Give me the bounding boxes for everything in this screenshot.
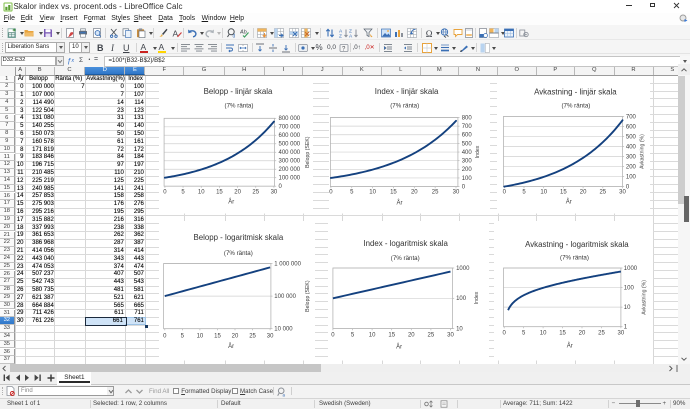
svg-text:700: 700	[626, 114, 637, 120]
svg-text:200 000: 200 000	[278, 167, 300, 173]
svg-text:20: 20	[408, 332, 415, 338]
svg-text:10: 10	[196, 334, 203, 340]
svg-text:Index: Index	[475, 145, 481, 158]
svg-text:600: 600	[461, 133, 472, 139]
svg-text:100 000: 100 000	[274, 294, 296, 300]
svg-text:År: År	[566, 199, 572, 206]
svg-text:20: 20	[410, 189, 417, 195]
svg-text:30: 30	[448, 332, 455, 338]
svg-text:25: 25	[599, 189, 606, 195]
svg-text:10 000: 10 000	[274, 327, 293, 333]
svg-text:Belopp - logaritmisk skala: Belopp - logaritmisk skala	[193, 233, 283, 242]
svg-text:Index: Index	[474, 291, 480, 304]
svg-text:Avkastning (%): Avkastning (%)	[639, 134, 645, 169]
svg-text:År: År	[567, 343, 573, 350]
svg-text:Belopp (SEK): Belopp (SEK)	[304, 280, 310, 312]
svg-text:30: 30	[270, 189, 277, 195]
svg-text:15: 15	[216, 189, 223, 195]
svg-text:25: 25	[428, 332, 435, 338]
svg-text:År: År	[228, 199, 234, 206]
svg-text:25: 25	[431, 189, 438, 195]
svg-text:Avkastning - linjär skala: Avkastning - linjär skala	[534, 87, 617, 96]
svg-text:500: 500	[461, 141, 472, 147]
svg-text:100: 100	[624, 286, 635, 292]
svg-text:100: 100	[626, 174, 637, 180]
svg-text:Index - linjär skala: Index - linjär skala	[374, 87, 438, 96]
svg-text:Belopp - linjär skala: Belopp - linjär skala	[203, 87, 272, 96]
svg-text:300: 300	[626, 154, 637, 160]
svg-text:Index - logaritmisk skala: Index - logaritmisk skala	[364, 239, 449, 248]
svg-text:20: 20	[580, 189, 587, 195]
svg-text:15: 15	[390, 189, 397, 195]
svg-text:10: 10	[624, 305, 631, 311]
svg-text:800: 800	[461, 115, 472, 121]
svg-text:20: 20	[231, 334, 238, 340]
svg-text:400 000: 400 000	[278, 150, 300, 156]
svg-text:Ω: Ω	[425, 29, 432, 38]
svg-text:20: 20	[234, 189, 241, 195]
svg-text:500: 500	[626, 134, 637, 140]
svg-text:15: 15	[214, 334, 221, 340]
svg-text:25: 25	[252, 189, 259, 195]
svg-text:30: 30	[452, 189, 459, 195]
svg-text:300 000: 300 000	[278, 159, 300, 165]
svg-text:200: 200	[626, 164, 637, 170]
svg-text:15: 15	[560, 189, 567, 195]
svg-text:(7% ränta): (7% ränta)	[391, 255, 420, 262]
svg-text:300: 300	[461, 159, 472, 165]
svg-text:30: 30	[266, 334, 273, 340]
svg-text:10: 10	[369, 332, 376, 338]
svg-text:600: 600	[626, 124, 637, 130]
svg-text:(7% ränta): (7% ränta)	[224, 102, 253, 109]
svg-text:1 000 000: 1 000 000	[274, 261, 301, 267]
svg-text:(7% ränta): (7% ränta)	[390, 102, 419, 109]
svg-text:500 000: 500 000	[278, 142, 300, 148]
svg-text:700: 700	[461, 124, 472, 130]
svg-text:10: 10	[540, 330, 547, 336]
svg-text:30: 30	[617, 330, 624, 336]
svg-text:1000: 1000	[624, 266, 638, 272]
svg-text:(7% ränta): (7% ränta)	[560, 255, 589, 262]
svg-text:100 000: 100 000	[278, 176, 300, 182]
svg-text:700 000: 700 000	[278, 125, 300, 131]
svg-text:10: 10	[369, 189, 376, 195]
svg-text:År: År	[396, 343, 402, 350]
svg-text:Avkastning - logaritmisk skala: Avkastning - logaritmisk skala	[525, 240, 629, 249]
svg-text:100: 100	[456, 296, 467, 302]
svg-text:(7% ränta): (7% ränta)	[224, 250, 253, 257]
svg-text:10: 10	[540, 189, 547, 195]
svg-text:10: 10	[198, 189, 205, 195]
svg-text:Ab: Ab	[240, 29, 247, 35]
svg-text:25: 25	[249, 334, 256, 340]
svg-text:15: 15	[559, 330, 566, 336]
svg-text:År: År	[396, 200, 402, 207]
svg-text:200: 200	[461, 167, 472, 173]
svg-text:10: 10	[456, 326, 463, 332]
svg-text:600 000: 600 000	[278, 133, 300, 139]
svg-text:15: 15	[389, 332, 396, 338]
svg-text:År: År	[228, 343, 234, 350]
svg-text:30: 30	[619, 189, 626, 195]
svg-text:20: 20	[578, 330, 585, 336]
svg-text:800 000: 800 000	[278, 116, 300, 122]
svg-text:Avkastning (%): Avkastning (%)	[641, 280, 647, 315]
svg-text:Belopp (SEK): Belopp (SEK)	[304, 136, 310, 168]
svg-text:a: a	[283, 392, 286, 397]
svg-text:d: d	[232, 33, 235, 38]
svg-text:400: 400	[626, 144, 637, 150]
svg-text:400: 400	[461, 150, 472, 156]
svg-text:(7% ränta): (7% ränta)	[561, 103, 590, 110]
svg-text:1000: 1000	[456, 266, 470, 272]
svg-text:25: 25	[598, 330, 605, 336]
svg-text:100: 100	[461, 176, 472, 182]
svg-text:Z: Z	[339, 33, 342, 38]
svg-text:A: A	[349, 33, 353, 38]
